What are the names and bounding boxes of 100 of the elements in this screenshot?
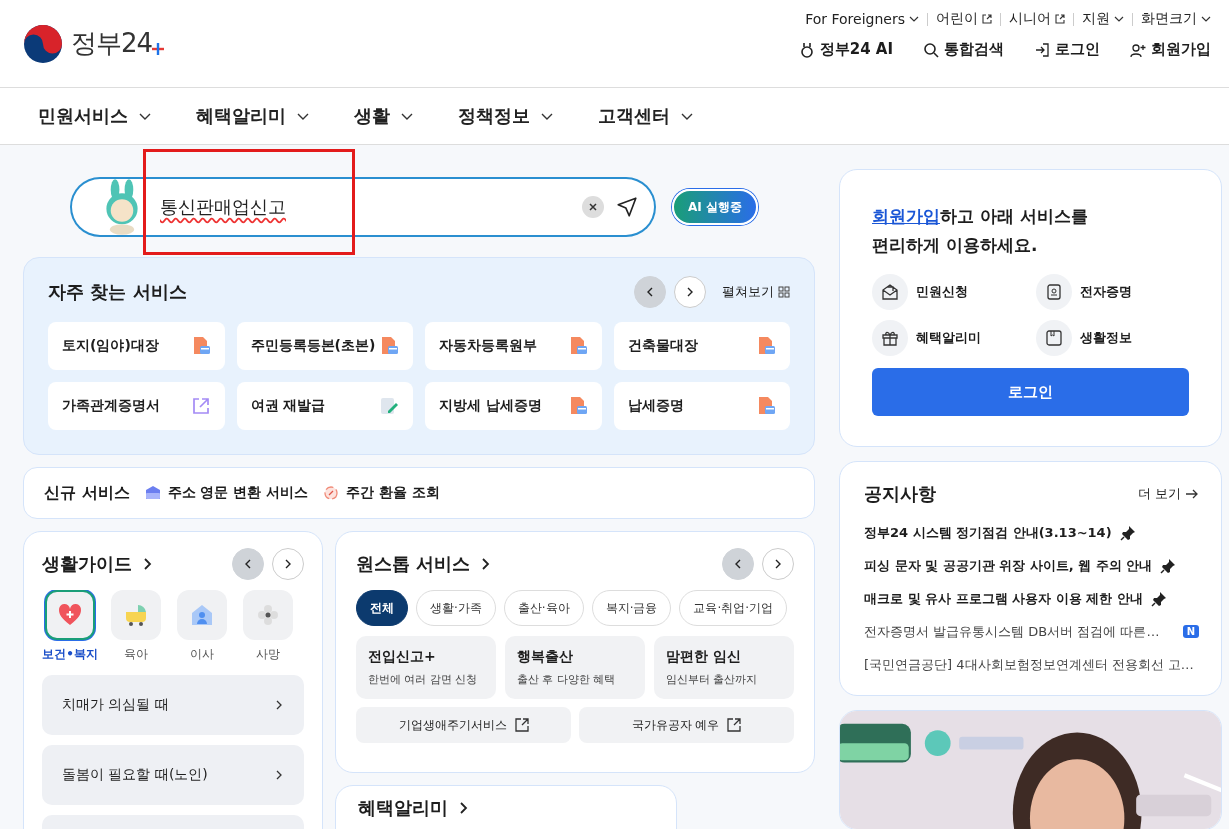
utility-link[interactable]: 시니어 (1009, 10, 1065, 28)
new-service-link[interactable]: 주소 영문 변환 서비스 (143, 484, 309, 502)
notice-title: 피싱 문자 및 공공기관 위장 사이트, 웹 주의 안내 (864, 556, 1153, 575)
stroller-icon (123, 602, 149, 628)
filter-chip[interactable]: 출산·육아 (503, 590, 584, 626)
service-tile[interactable]: 납세증명 (613, 382, 790, 430)
filter-chip[interactable]: 복지·금융 (591, 590, 672, 626)
heart-icon (57, 602, 83, 628)
filter-chip[interactable]: 생활·가족 (416, 590, 496, 626)
quick-link[interactable]: 혜택알리미 (872, 320, 1026, 356)
login-icon (1034, 41, 1050, 58)
chevron-right-icon (274, 770, 284, 780)
search-field[interactable]: 통신판매업신고 (70, 177, 656, 237)
login-button[interactable]: 로그인 (872, 368, 1189, 416)
clear-button[interactable] (582, 196, 604, 218)
previous-button[interactable] (232, 548, 264, 580)
logo-text[interactable]: 정부24 (71, 26, 153, 61)
section-title-link[interactable]: 생활가이드 (42, 552, 154, 576)
chevron-left-icon (645, 287, 655, 297)
service-title: 전입신고+ (368, 648, 437, 666)
service-tile[interactable]: 주민등록등본(초본) (236, 322, 413, 370)
bookmark-book-icon (1044, 329, 1063, 347)
chevron-right-icon (274, 700, 284, 710)
nav-menu-item[interactable]: 정책정보 (458, 104, 554, 128)
pin-icon (1150, 590, 1167, 607)
external-service-button[interactable]: 국가유공자 예우 (579, 707, 794, 743)
edit-document-icon (379, 396, 399, 416)
pdf-document-icon (756, 396, 776, 416)
folder-icon (143, 484, 162, 502)
chevron-right-icon (773, 559, 783, 569)
service-tile[interactable]: 지방세 납세증명 (425, 382, 602, 430)
service-card[interactable]: 행복출산 출산 후 다양한 혜택 (505, 636, 645, 699)
more-link[interactable]: 더 보기 (1137, 485, 1199, 503)
search-icon (923, 41, 939, 58)
notice-item[interactable]: 정부24 시스템 정기점검 안내(3.13~14) (864, 516, 1199, 549)
rabbit-icon (798, 41, 815, 58)
service-tile[interactable]: 건축물대장 (613, 322, 790, 370)
section-title-link[interactable]: 혜택알리미 (358, 796, 654, 820)
service-description: 한번에 여러 감면 신청 (368, 672, 479, 687)
utility-link[interactable]: 어린이 (936, 10, 992, 28)
section-label: 신규 서비스 (44, 482, 130, 504)
nav-menu-item[interactable]: 고객센터 (598, 104, 694, 128)
filter-chip[interactable]: 전체 (356, 590, 408, 626)
external-link-icon (1055, 14, 1065, 24)
utility-link[interactable]: 화면크기 (1141, 10, 1211, 28)
external-link-icon (190, 396, 211, 416)
next-button[interactable] (762, 548, 794, 580)
utility-link[interactable]: For Foreigners (805, 11, 919, 27)
header-action[interactable]: 회원가입 (1130, 40, 1211, 59)
new-service-link[interactable]: 주간 환율 조회 (322, 484, 440, 502)
service-card[interactable]: 맘편한 임신 임신부터 출산까지 (654, 636, 794, 699)
nav-menu-item[interactable]: 민원서비스 (38, 104, 152, 128)
pin-icon (1160, 557, 1177, 574)
utility-link[interactable]: 지원 (1082, 10, 1124, 28)
notice-item[interactable]: 전자증명서 발급유통시스템 DB서버 점검에 따른… N (864, 615, 1199, 648)
quick-link[interactable]: 생활정보 (1035, 320, 1189, 356)
header-action[interactable]: 정부24 AI (798, 40, 893, 59)
external-service-button[interactable]: 기업생애주기서비스 (356, 707, 571, 743)
service-title: 행복출산 (517, 648, 574, 666)
next-button[interactable] (272, 548, 304, 580)
header-action[interactable]: 로그인 (1034, 40, 1100, 59)
section-title: 공지사항 (864, 482, 936, 506)
header-action[interactable]: 통합검색 (923, 40, 1004, 59)
service-card[interactable]: 전입신고+ 한번에 여러 감면 신청 (356, 636, 496, 699)
pdf-document-icon (379, 336, 399, 356)
close-icon (588, 202, 598, 212)
nav-menu-item[interactable]: 혜택알리미 (196, 104, 310, 128)
section-title-link[interactable]: 원스톱 서비스 (356, 552, 493, 576)
pdf-document-icon (756, 336, 776, 356)
guide-list-item[interactable]: 돌봄이 필요할 때(노인) (42, 745, 304, 805)
ai-status-button[interactable]: AI 실행중 (672, 189, 758, 225)
add-user-icon (1130, 41, 1146, 58)
notice-item[interactable]: 매크로 및 유사 프로그램 사용자 이용 제한 안내 (864, 582, 1199, 615)
expand-link[interactable]: 펼쳐보기 (722, 283, 790, 301)
notice-title: 정부24 시스템 정기점검 안내(3.13~14) (864, 523, 1112, 542)
filter-chip[interactable]: 교육·취업·기업 (679, 590, 788, 626)
notice-title: [국민연금공단] 4대사회보험정보연계센터 전용회선 고… (864, 655, 1194, 674)
chevron-left-icon (733, 559, 743, 569)
guide-list-item[interactable]: 치매가 의심될 때 (42, 675, 304, 735)
service-tile[interactable]: 여권 재발급 (236, 382, 413, 430)
nav-menu-item[interactable]: 생활 (354, 104, 414, 128)
previous-button[interactable] (634, 276, 666, 308)
logo-icon[interactable] (23, 23, 63, 64)
external-link-icon (514, 718, 529, 732)
service-tile[interactable]: 가족관계증명서 (48, 382, 225, 430)
service-description: 출산 후 다양한 혜택 (517, 672, 617, 687)
notice-item[interactable]: [국민연금공단] 4대사회보험정보연계센터 전용회선 고… (864, 648, 1199, 681)
previous-button[interactable] (722, 548, 754, 580)
chevron-right-icon (685, 287, 695, 297)
signup-link[interactable]: 회원가입 (872, 206, 940, 226)
notice-title: 전자증명서 발급유통시스템 DB서버 점검에 따른… (864, 622, 1160, 641)
external-link-icon (982, 14, 992, 24)
notice-item[interactable]: 피싱 문자 및 공공기관 위장 사이트, 웹 주의 안내 (864, 549, 1199, 582)
quick-link[interactable]: 민원신청 (872, 274, 1026, 310)
service-tile[interactable]: 자동차등록원부 (425, 322, 602, 370)
next-button[interactable] (674, 276, 706, 308)
quick-link[interactable]: 전자증명 (1035, 274, 1189, 310)
service-tile[interactable]: 토지(임야)대장 (48, 322, 225, 370)
new-badge: N (1182, 625, 1199, 638)
send-icon[interactable] (616, 196, 638, 218)
